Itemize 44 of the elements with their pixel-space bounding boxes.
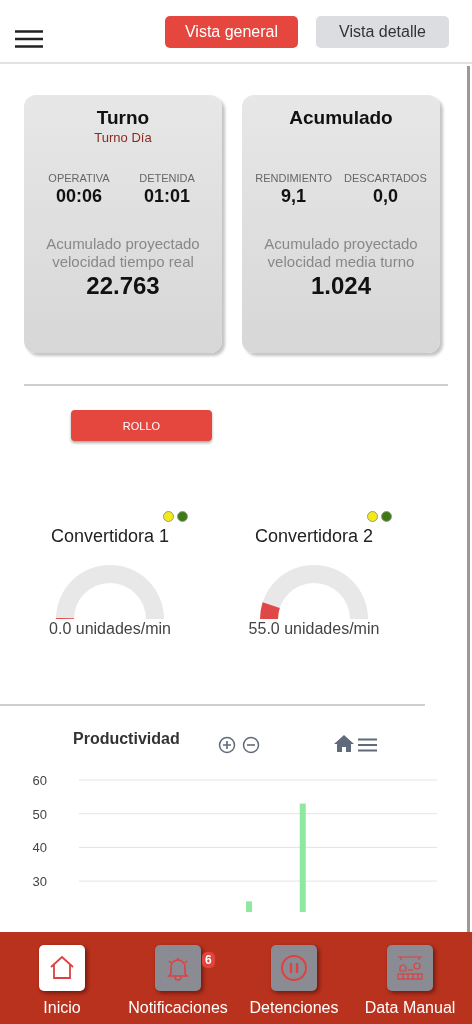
zoom-in-icon[interactable] xyxy=(218,736,236,754)
axis-label: 60 xyxy=(32,773,47,788)
machine-name: Convertidora 2 xyxy=(254,526,374,547)
stat-label: RENDIMIENTO xyxy=(255,172,333,184)
nav-button[interactable] xyxy=(39,945,85,991)
axis-label: 50 xyxy=(32,806,47,822)
axis-label: 40 xyxy=(32,840,47,856)
speed-reading: 0.0 unidades/min xyxy=(49,620,171,638)
menu-icon[interactable] xyxy=(15,30,43,48)
nav-label: Detenciones xyxy=(249,999,339,1017)
pause-icon xyxy=(280,954,308,982)
chart-title: Productividad xyxy=(73,730,180,748)
house-icon xyxy=(49,955,75,981)
bell-icon xyxy=(165,955,191,981)
card-caption: Acumulado proyectado velocidad media turno xyxy=(263,235,419,271)
bar xyxy=(246,901,253,912)
card-title: Acumulado xyxy=(289,107,393,129)
nav-label: Inicio xyxy=(43,999,81,1017)
factory-icon xyxy=(397,955,423,981)
card-subtitle: Turno Día xyxy=(94,130,152,146)
stat-label: DESCARTADOS xyxy=(344,172,427,184)
roll-button[interactable]: ROLLO xyxy=(71,410,212,441)
scrollbar[interactable] xyxy=(467,66,470,932)
stat-value: 0,0 xyxy=(372,186,398,207)
home-icon[interactable] xyxy=(334,735,354,752)
machine-name: Convertidora 1 xyxy=(50,526,170,547)
stat-value: 00:06 xyxy=(55,186,102,207)
speed-reading: 55.0 unidades/min xyxy=(248,620,380,638)
card-title: Turno xyxy=(96,107,150,129)
stat-value: 9,1 xyxy=(281,186,307,207)
nav-label: Notificaciones xyxy=(128,999,228,1017)
gauge-fill xyxy=(260,602,280,619)
stat-value: 01:01 xyxy=(143,186,190,207)
zoom-out-icon[interactable] xyxy=(242,736,260,754)
notification-badge: 6 xyxy=(202,952,215,968)
axis-label: 30 xyxy=(32,874,47,890)
view-tab[interactable]: Vista detalle xyxy=(316,16,449,48)
view-tab[interactable]: Vista general xyxy=(165,16,298,48)
card-total: 22.763 xyxy=(86,272,160,300)
card-caption: Acumulado proyectado velocidad tiempo real xyxy=(45,235,201,271)
card-total: 1.024 xyxy=(310,272,372,300)
stat-label: DETENIDA xyxy=(139,172,195,184)
nav-label: Data Manual xyxy=(364,999,456,1017)
stat-label: OPERATIVA xyxy=(48,172,110,184)
